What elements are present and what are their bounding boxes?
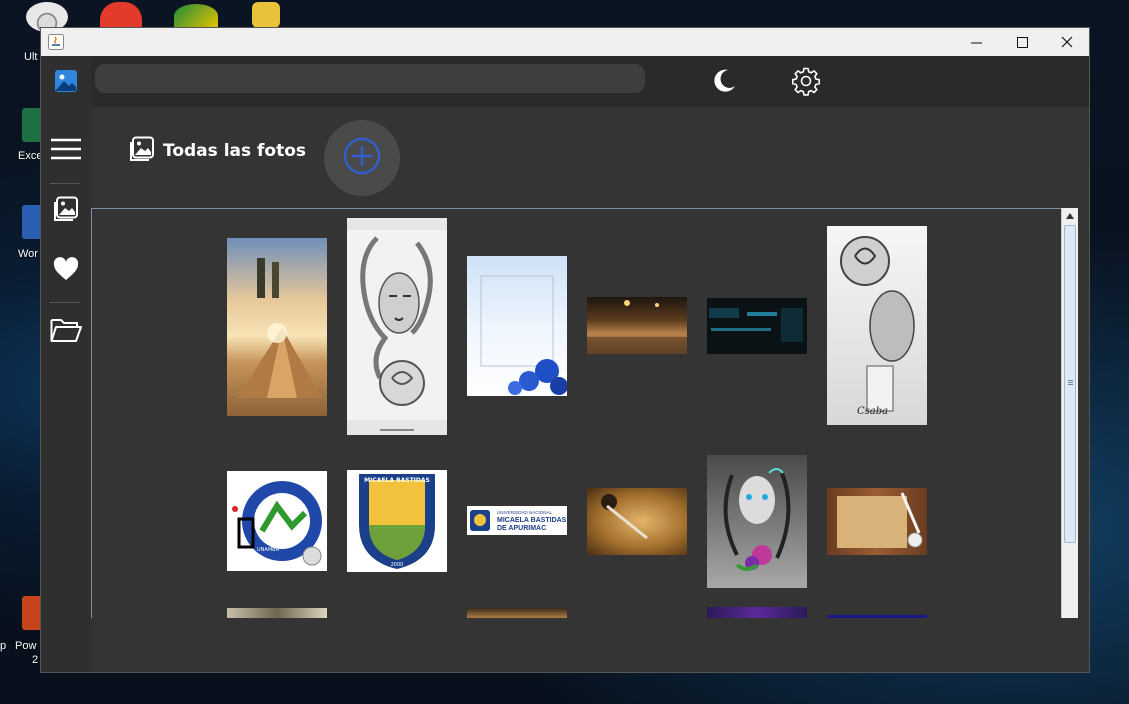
scroll-grip [1068,382,1073,383]
search-input[interactable] [95,64,645,93]
photo-thumbnail[interactable] [227,238,327,416]
photo-thumbnail[interactable]: MICAELA BASTIDAS 2000 [347,470,447,572]
photo-thumbnail[interactable]: Csaba [827,226,927,425]
photo-thumbnail[interactable] [347,218,447,435]
photo-thumbnail[interactable] [227,608,327,618]
top-bar [91,56,1089,107]
photo-app-window: Todas las fotos Csaba UNAMBA MICAELA BAS… [40,27,1090,673]
scroll-grip [1068,380,1073,381]
sidebar-divider [50,183,80,184]
photo-thumbnail[interactable] [587,488,687,555]
moon-icon[interactable] [710,67,738,99]
java-app-icon [48,34,64,50]
photo-thumbnail[interactable]: UNAMBA [227,471,327,571]
photo-thumbnail[interactable] [587,297,687,354]
add-photo-button[interactable] [324,120,400,196]
sidebar-item-favorites[interactable] [49,254,83,288]
gear-icon[interactable] [791,66,821,100]
hamburger-icon [51,137,81,165]
banner-line-3: DE APURIMAC [497,525,546,532]
crest-title-text: MICAELA BASTIDAS [364,477,430,484]
gmail-icon[interactable] [100,2,142,28]
main-content: Todas las fotos Csaba UNAMBA MICAELA BAS… [91,107,1089,672]
signature-text: Csaba [857,406,888,417]
heart-icon [53,257,79,285]
photo-thumbnail[interactable] [827,615,927,618]
title-bar[interactable] [41,28,1089,56]
scroll-grip [1068,384,1073,385]
banner-line-1: UNIVERSIDAD NACIONAL [497,510,553,515]
logo-text: UNAMBA [257,547,280,553]
vertical-scrollbar[interactable] [1061,208,1078,618]
desktop-label-word: Wor [18,248,38,260]
maximize-button[interactable] [999,28,1045,56]
desktop-label-pow-num: 2 [32,654,39,666]
minimize-button[interactable] [953,28,999,56]
plus-circle-icon [342,136,382,180]
sidebar-item-photos[interactable] [49,194,83,228]
photos-icon [129,136,155,167]
photo-thumbnail[interactable] [707,455,807,588]
sidebar [41,56,91,672]
photo-thumbnail[interactable] [467,608,567,618]
z-app-icon[interactable] [174,4,218,28]
scroll-up-arrow-icon[interactable] [1062,208,1078,224]
close-button[interactable] [1044,28,1090,56]
photo-thumbnail[interactable] [827,488,927,555]
photo-grid: Csaba UNAMBA MICAELA BASTIDAS 2000 UNIVE… [91,208,1062,618]
photo-thumbnail[interactable]: UNIVERSIDAD NACIONAL MICAELA BASTIDAS DE… [467,506,567,535]
app-logo-icon [54,69,78,97]
desktop-label-excel: Exce [18,150,43,162]
photo-thumbnail[interactable] [707,607,807,618]
photo-thumbnail[interactable] [707,298,807,354]
crest-year-text: 2000 [391,562,404,568]
banner-line-2: MICAELA BASTIDAS [497,517,567,524]
section-header: Todas las fotos [129,136,306,166]
desktop-label-ultra: Ult [24,51,38,63]
scroll-thumb[interactable] [1064,225,1076,543]
sidebar-item-folders[interactable] [49,315,83,349]
photo-thumbnail[interactable] [467,256,567,396]
folder-icon [50,317,82,347]
sidebar-divider-2 [50,302,80,303]
desktop-label-p: p [0,640,7,652]
desktop-label-powerpoint: Pow [15,640,37,652]
database-app-icon[interactable] [252,2,280,28]
image-icon [53,196,79,226]
page-title: Todas las fotos [163,141,307,161]
sidebar-item-menu[interactable] [49,134,83,168]
